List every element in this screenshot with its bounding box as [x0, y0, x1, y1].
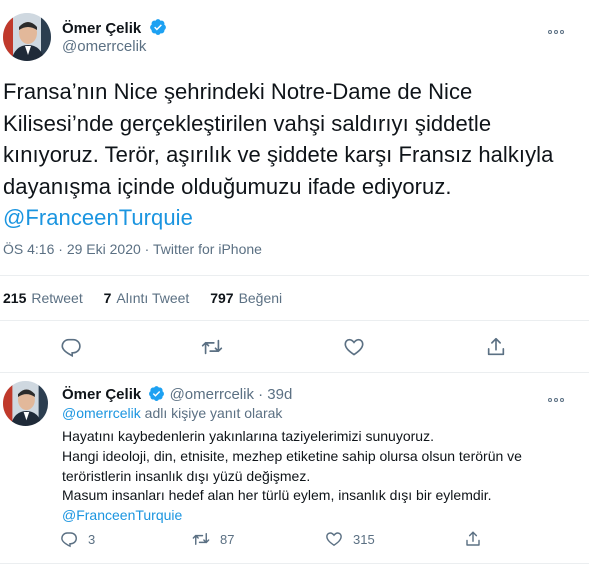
avatar-portrait — [3, 381, 48, 426]
share-button[interactable] — [464, 530, 482, 548]
reply-count: 3 — [88, 531, 96, 547]
divider — [0, 372, 589, 373]
tweet-text-line: dayanışma içinde olduğumuzu ifade ediyor… — [3, 173, 452, 199]
share-button[interactable] — [485, 336, 507, 358]
divider — [0, 320, 589, 321]
share-icon — [466, 531, 480, 546]
tweet-header: Ömer Çelik @omerrcelik — [0, 12, 589, 64]
tweet-stats: 215 Retweet 7 Alıntı Tweet 797 Beğeni — [3, 290, 299, 306]
mention-link[interactable]: @FranceenTurquie — [62, 506, 522, 526]
retweet-icon — [192, 533, 210, 545]
avatar[interactable] — [3, 381, 48, 426]
retweets-label: Retweet — [31, 290, 83, 306]
reply-actions: 3 87 315 — [0, 530, 589, 550]
reply-text-line: Masum insanları hedef alan her türlü eyl… — [62, 487, 492, 504]
tweet-text-line: Fransa’nın Nice şehrindeki Notre-Dame de… — [3, 79, 473, 104]
tweet-text-line: Kilisesi’nde gerçekleştirilen vahşi sald… — [3, 110, 492, 136]
divider — [0, 563, 589, 564]
quotes-count: 7 — [103, 290, 112, 306]
reply-author-row: Ömer Çelik @omerrcelik · 39d — [62, 385, 292, 403]
quotes-stat[interactable]: 7 Alıntı Tweet — [104, 290, 190, 306]
tweet-text-line: kınıyoruz. Terör, aşırılık ve şiddete ka… — [3, 142, 554, 167]
tweet-source[interactable]: Twitter for iPhone — [153, 241, 262, 257]
verified-badge-icon — [149, 19, 166, 35]
tweet-time[interactable]: ÖS 4:16 — [3, 241, 54, 257]
more-icon[interactable] — [548, 21, 574, 35]
reply-author-handle[interactable]: @omerrcelik — [170, 386, 254, 403]
share-icon — [487, 337, 505, 356]
retweet-icon — [201, 339, 223, 355]
avatar-portrait — [3, 13, 51, 61]
avatar[interactable] — [3, 13, 51, 61]
reply-age[interactable]: · 39d — [258, 386, 292, 403]
replying-to-label: adlı kişiye yanıt olarak — [144, 405, 283, 421]
retweets-count: 215 — [3, 290, 27, 306]
reply-text: Hayatını kaybedenlerin yakınlarına taziy… — [62, 427, 522, 526]
like-count: 315 — [353, 531, 375, 547]
meta-separator: · — [58, 241, 63, 257]
tweet-actions — [0, 336, 589, 360]
likes-count: 797 — [210, 290, 234, 306]
like-button[interactable]: 315 — [325, 530, 375, 548]
retweet-button[interactable]: 87 — [192, 530, 234, 548]
tweet-text: Fransa’nın Nice şehrindeki Notre-Dame de… — [3, 76, 583, 234]
reply-icon — [61, 338, 81, 358]
reply-author-name[interactable]: Ömer Çelik — [62, 386, 141, 403]
like-button[interactable] — [343, 336, 365, 358]
like-icon — [344, 338, 364, 356]
verified-badge-icon — [149, 386, 165, 401]
author-handle[interactable]: @omerrcelik — [62, 38, 146, 55]
tweet-meta: ÖS 4:16 · 29 Eki 2020 · Twitter for iPho… — [3, 241, 262, 257]
replying-to-handle[interactable]: @omerrcelik — [62, 405, 141, 421]
retweet-button[interactable] — [201, 336, 223, 358]
likes-label: Beğeni — [238, 290, 283, 306]
reply-text-line: Hayatını kaybedenlerin yakınlarına taziy… — [62, 428, 434, 444]
replying-to: @omerrcelik adlı kişiye yanıt olarak — [62, 405, 282, 421]
reply-icon — [61, 532, 77, 548]
likes-stat[interactable]: 797 Beğeni — [210, 290, 282, 306]
reply-button[interactable]: 3 — [60, 530, 95, 548]
author-name-row[interactable]: Ömer Çelik — [62, 18, 167, 38]
retweets-stat[interactable]: 215 Retweet — [3, 290, 83, 306]
reply-button[interactable] — [60, 336, 82, 358]
divider — [0, 275, 589, 276]
meta-separator: · — [144, 241, 150, 257]
mention-link[interactable]: @FranceenTurquie — [3, 202, 583, 234]
like-icon — [326, 532, 342, 547]
reply-text-line: Hangi ideoloji, din, etnisite, mezhep et… — [62, 447, 522, 464]
reply-text-line: teröristlerin insanlık dışı yüzü değişme… — [62, 467, 311, 484]
more-icon[interactable] — [548, 389, 574, 403]
author-name[interactable]: Ömer Çelik — [62, 20, 141, 37]
quotes-label: Alıntı Tweet — [116, 290, 190, 306]
retweet-count: 87 — [220, 531, 235, 547]
tweet-date[interactable]: 29 Eki 2020 — [67, 241, 141, 257]
